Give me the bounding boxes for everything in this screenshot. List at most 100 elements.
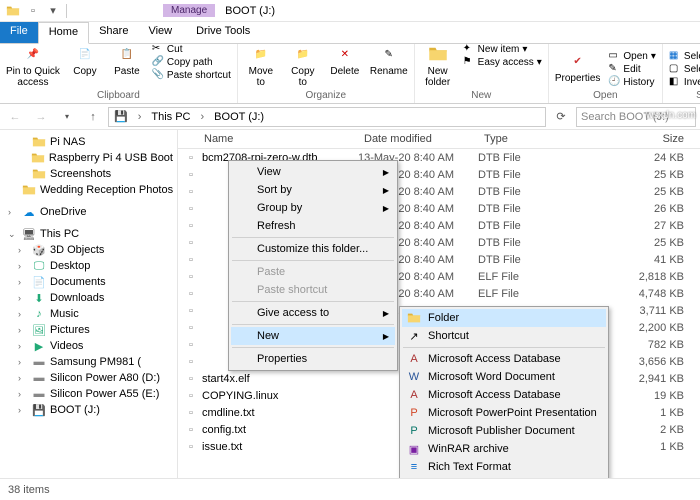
tree-item[interactable]: ›▶Videos [0,338,177,354]
back-button[interactable]: ← [4,106,26,128]
select-all-button[interactable]: ▦Select all [669,50,700,62]
invert-icon: ◧ [669,76,681,88]
menu-new[interactable]: New [231,327,395,345]
copy-button[interactable]: 📄Copy [68,43,102,77]
drive-icon: 💾 [111,110,131,123]
new-txt[interactable]: 📄Text Document [402,476,606,478]
properties-button[interactable]: ✔Properties [555,50,601,84]
file-icon: ▫ [184,287,198,301]
paste-shortcut-button[interactable]: 📎Paste shortcut [152,69,231,81]
qat-icon[interactable]: ▫ [26,4,40,18]
new-folder[interactable]: Folder [402,309,606,327]
tree-item[interactable]: ⌄🖥This PC [0,226,177,242]
tree-item[interactable]: ›💾BOOT (J:) [0,402,177,418]
recent-dropdown[interactable]: ▾ [56,106,78,128]
tab-home[interactable]: Home [38,22,89,44]
menu-properties[interactable]: Properties [231,350,395,368]
tree-item[interactable]: ›🎲3D Objects [0,242,177,258]
menu-paste[interactable]: Paste [231,263,395,281]
forward-button[interactable]: → [30,106,52,128]
move-to-button[interactable]: 📁Move to [244,43,278,88]
file-list[interactable]: Name Date modified Type Size ▫bcm2708-rp… [178,130,700,478]
tree-item[interactable]: ›▬Silicon Power A55 (E:) [0,386,177,402]
menu-view[interactable]: View [231,163,395,181]
open-button[interactable]: ▭Open ▾ [608,50,656,62]
easy-access-icon: ⚑ [463,56,475,68]
new-shortcut[interactable]: ↗Shortcut [402,327,606,345]
menu-give-access[interactable]: Give access to [231,304,395,322]
menu-sort[interactable]: Sort by [231,181,395,199]
file-icon: ▫ [184,168,198,182]
up-button[interactable]: ↑ [82,106,104,128]
tree-item[interactable]: Screenshots [0,166,177,182]
group-new: New folder ✦New item ▾ ⚑Easy access ▾ Ne… [415,44,549,103]
context-menu[interactable]: View Sort by Group by Refresh Customize … [228,160,398,371]
tree-item[interactable]: Raspberry Pi 4 USB Boot [0,150,177,166]
new-access[interactable]: AMicrosoft Access Database [402,386,606,404]
menu-refresh[interactable]: Refresh [231,217,395,235]
crumb[interactable]: BOOT (J:) [211,111,267,123]
tree-item[interactable]: ›▬Silicon Power A80 (D:) [0,370,177,386]
new-ppt[interactable]: PMicrosoft PowerPoint Presentation [402,404,606,422]
folder-icon [31,151,45,165]
pin-icon: 📌 [22,43,44,65]
tree-item[interactable]: Pi NAS [0,134,177,150]
paste-icon: 📋 [116,43,138,65]
new-rtf[interactable]: ≡Rich Text Format [402,458,606,476]
easy-access-button[interactable]: ⚑Easy access ▾ [463,56,542,68]
usb-icon: 💾 [32,403,46,417]
history-button[interactable]: 🕘History [608,76,656,88]
folder-icon [22,183,36,197]
new-word[interactable]: WMicrosoft Word Document [402,368,606,386]
menu-group[interactable]: Group by [231,199,395,217]
rename-button[interactable]: ✎Rename [370,43,408,77]
col-date[interactable]: Date modified [358,130,478,148]
pin-button[interactable]: 📌Pin to Quick access [6,43,60,88]
cut-button[interactable]: ✂Cut [152,43,231,55]
invert-selection-button[interactable]: ◧Invert selection [669,76,700,88]
new-rar[interactable]: ▣WinRAR archive [402,440,606,458]
tree-item[interactable]: ›📄Documents [0,274,177,290]
navigation-pane[interactable]: Pi NASRaspberry Pi 4 USB BootScreenshots… [0,130,178,478]
new-folder-button[interactable]: New folder [421,43,455,88]
new-item-button[interactable]: ✦New item ▾ [463,43,542,55]
history-icon: 🕘 [608,76,620,88]
tree-item[interactable]: ›⬇Downloads [0,290,177,306]
tab-share[interactable]: Share [89,22,138,43]
search-input[interactable]: Search BOOT (J:) [576,107,696,127]
column-headers[interactable]: Name Date modified Type Size [178,130,700,149]
tree-item[interactable]: ›♪Music [0,306,177,322]
tree-item[interactable]: ›☁OneDrive [0,204,177,220]
tree-item[interactable]: ›🖵Desktop [0,258,177,274]
file-icon: ▫ [184,423,198,437]
new-pub[interactable]: PMicrosoft Publisher Document [402,422,606,440]
group-label: Organize [244,90,408,101]
refresh-button[interactable]: ⟳ [550,106,572,128]
copy-path-button[interactable]: 🔗Copy path [152,56,231,68]
tree-item[interactable]: ›▬Samsung PM981 ( [0,354,177,370]
menu-customize[interactable]: Customize this folder... [231,240,395,258]
edit-button[interactable]: ✎Edit [608,63,656,75]
tab-drive-tools[interactable]: Drive Tools [186,22,260,43]
new-submenu[interactable]: Folder↗Shortcut AMicrosoft Access Databas… [399,306,609,478]
breadcrumb[interactable]: 💾 This PC BOOT (J:) [108,107,546,127]
pics-icon: 🖼 [32,323,46,337]
paste-button[interactable]: 📋Paste [110,43,144,77]
col-size[interactable]: Size [568,130,700,148]
qat-dropdown-icon[interactable]: ▾ [46,4,60,18]
col-name[interactable]: Name [178,130,358,148]
3d-icon: 🎲 [32,243,46,257]
tab-view[interactable]: View [138,22,182,43]
contextual-tab-label: Manage [163,4,215,17]
music-icon: ♪ [32,307,46,321]
tab-file[interactable]: File [0,22,38,43]
copy-to-button[interactable]: 📁Copy to [286,43,320,88]
select-none-button[interactable]: ▢Select none [669,63,700,75]
tree-item[interactable]: ›🖼Pictures [0,322,177,338]
crumb[interactable]: This PC [148,111,193,123]
col-type[interactable]: Type [478,130,568,148]
new-access[interactable]: AMicrosoft Access Database [402,350,606,368]
delete-button[interactable]: ✕Delete [328,43,362,77]
tree-item[interactable]: Wedding Reception Photos [0,182,177,198]
menu-paste-shortcut[interactable]: Paste shortcut [231,281,395,299]
